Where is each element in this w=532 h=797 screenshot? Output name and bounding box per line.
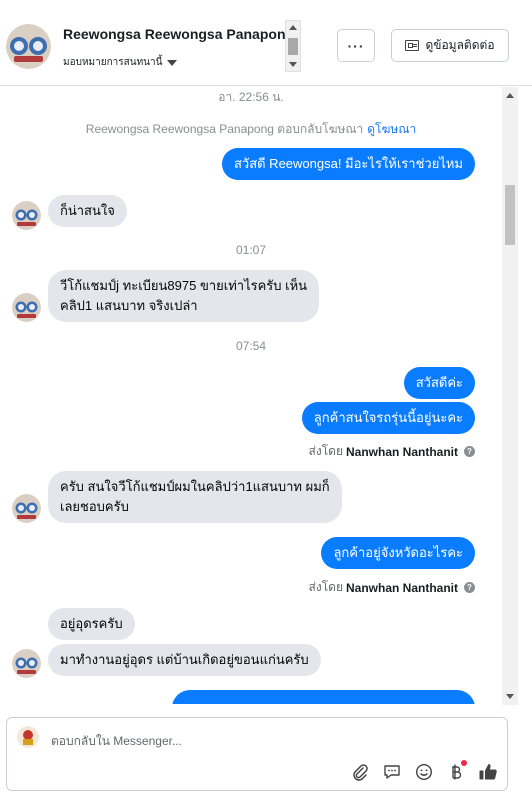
timestamp: 01:07 bbox=[235, 243, 267, 257]
more-options-button[interactable]: ··· bbox=[337, 29, 375, 62]
contact-name[interactable]: Reewongsa Reewongsa Panapong bbox=[63, 26, 294, 42]
composer-toolbar bbox=[344, 760, 504, 784]
incoming-message[interactable]: ก็น่าสนใจ bbox=[48, 195, 127, 227]
thread-scrollbar[interactable] bbox=[502, 87, 518, 705]
timestamp: 07:54 bbox=[235, 339, 267, 353]
outgoing-message[interactable]: ลูกค้าสนใจรถรุ่นนี้อยู่นะคะ bbox=[301, 402, 475, 434]
help-icon[interactable]: ? bbox=[464, 446, 475, 457]
more-dots-icon: ··· bbox=[347, 37, 365, 54]
sent-by-prefix: ส่งโดย bbox=[308, 580, 343, 594]
message-line: เลยชอบครับ bbox=[60, 499, 129, 514]
scroll-up-arrow-icon[interactable] bbox=[506, 93, 514, 98]
sender-name: Nanwhan Nanthanit bbox=[345, 580, 458, 595]
message-line: วีโก้แชมป์j ทะเบียน8975 ขายเท่าไรครับ เห… bbox=[60, 278, 308, 293]
reply-input[interactable] bbox=[51, 731, 491, 751]
scroll-thumb[interactable] bbox=[505, 185, 515, 245]
ad-reply-text: Reewongsa Reewongsa Panapong ตอบกลับโฆษณ… bbox=[85, 122, 364, 136]
outgoing-message[interactable]: สวัสดีค่ะ bbox=[403, 367, 475, 399]
sent-by-label: ส่งโดย Nanwhan Nanthanit ? bbox=[309, 442, 475, 461]
sent-by-prefix: ส่งโดย bbox=[308, 444, 343, 458]
view-ad-link[interactable]: ดูโฆษณา bbox=[367, 122, 416, 136]
outgoing-message[interactable]: ลูกค้าอยู่จังหวัดอะไรคะ bbox=[321, 537, 475, 569]
caret-down-icon bbox=[167, 59, 178, 66]
conversation-header: Reewongsa Reewongsa Panapong มอบหมายการส… bbox=[0, 0, 532, 86]
outgoing-message-partial[interactable] bbox=[172, 690, 475, 704]
message-thread[interactable]: อา. 22:56 น. Reewongsa Reewongsa Panapon… bbox=[0, 87, 502, 704]
thumbs-up-icon[interactable] bbox=[472, 760, 504, 784]
ad-reply-notice: Reewongsa Reewongsa Panapong ตอบกลับโฆษณ… bbox=[0, 120, 502, 139]
help-icon[interactable]: ? bbox=[464, 582, 475, 593]
sender-avatar[interactable] bbox=[12, 201, 41, 230]
reply-composer bbox=[6, 717, 508, 791]
scroll-down-arrow-icon[interactable] bbox=[289, 62, 297, 67]
contact-avatar[interactable] bbox=[6, 24, 51, 69]
sender-avatar[interactable] bbox=[12, 649, 41, 678]
page-avatar bbox=[17, 726, 39, 748]
assign-label: มอบหมายการสนทนานี้ bbox=[63, 57, 163, 68]
view-contact-info-label: ดูข้อมูลติดต่อ bbox=[425, 38, 495, 52]
baht-icon[interactable] bbox=[440, 760, 472, 784]
incoming-message[interactable]: วีโก้แชมป์j ทะเบียน8975 ขายเท่าไรครับ เห… bbox=[48, 270, 320, 322]
assign-conversation-dropdown[interactable]: มอบหมายการสนทนานี้ bbox=[63, 55, 178, 70]
emoji-icon[interactable] bbox=[408, 760, 440, 784]
outgoing-message[interactable]: สวัสดี Reewongsa! มีอะไรให้เราช่วยไหม bbox=[221, 148, 475, 180]
header-name-scrollbar[interactable] bbox=[285, 20, 301, 72]
sent-by-label: ส่งโดย Nanwhan Nanthanit ? bbox=[309, 578, 475, 597]
sender-avatar[interactable] bbox=[12, 494, 41, 523]
sender-name: Nanwhan Nanthanit bbox=[345, 444, 458, 459]
incoming-message[interactable]: อยู่อุดรครับ bbox=[48, 608, 135, 640]
message-line: คลิป1 แสนบาท จริงเปล่า bbox=[60, 298, 198, 313]
incoming-message[interactable]: ครับ สนใจวีโก้แชมป์ผมในคลิปว่า1แสนบาท ผม… bbox=[48, 471, 342, 523]
scroll-down-arrow-icon[interactable] bbox=[506, 694, 514, 699]
paperclip-icon[interactable] bbox=[344, 760, 376, 784]
timestamp: อา. 22:56 น. bbox=[218, 90, 284, 104]
scroll-up-arrow-icon[interactable] bbox=[289, 25, 297, 30]
scroll-thumb[interactable] bbox=[288, 38, 298, 55]
sender-avatar[interactable] bbox=[12, 293, 41, 322]
view-contact-info-button[interactable]: ดูข้อมูลติดต่อ bbox=[391, 29, 509, 62]
comment-icon[interactable] bbox=[376, 760, 408, 784]
notification-dot bbox=[461, 760, 467, 766]
id-card-icon bbox=[405, 40, 420, 51]
incoming-message[interactable]: มาทำงานอยู่อุดร แต่บ้านเกิดอยู่ขอนแก่นคร… bbox=[48, 644, 321, 676]
message-line: ครับ สนใจวีโก้แชมป์ผมในคลิปว่า1แสนบาท ผม… bbox=[60, 479, 330, 494]
